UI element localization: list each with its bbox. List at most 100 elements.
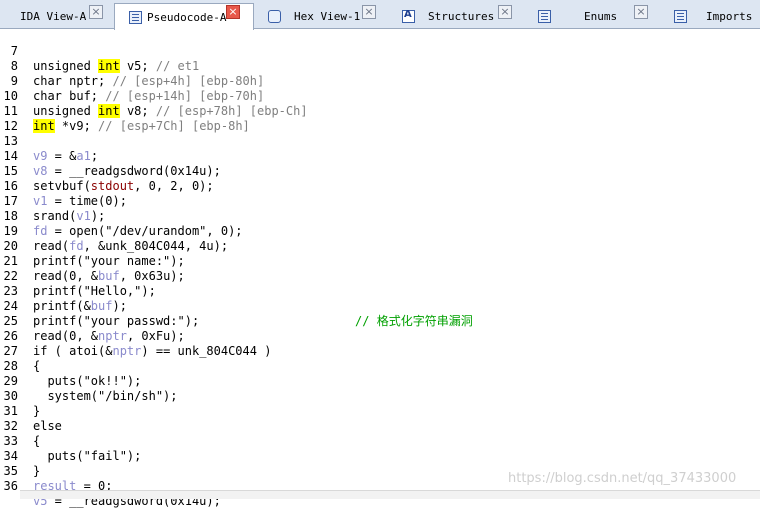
code-text: = time(0); [47, 194, 127, 208]
code-line[interactable]: 13 v9 = &a1; [0, 119, 99, 163]
code-line[interactable]: 22 printf("Hello,"); [0, 254, 156, 298]
user-comment: // 格式化字符串漏洞 [355, 314, 473, 328]
keyword-highlight: int [98, 104, 120, 118]
code-text: , &unk_804C044, 4u); [83, 239, 229, 253]
close-icon[interactable]: × [89, 5, 103, 19]
imports-icon [674, 9, 687, 23]
variable[interactable]: v1 [76, 209, 90, 223]
keyword-highlight: int [98, 59, 120, 73]
code-text: read(0, & [33, 329, 99, 343]
code-text: setvbuf( [33, 179, 91, 193]
code-line[interactable]: 11 int *v9; // [esp+7Ch] [ebp-8h] [0, 89, 250, 133]
code-text: printf("Hello,"); [33, 284, 156, 298]
close-icon[interactable]: × [362, 5, 376, 19]
code-line[interactable]: 19 read(fd, &unk_804C044, 4u); [0, 209, 229, 253]
variable[interactable]: fd [33, 224, 47, 238]
code-line[interactable]: 35 result = 0; [0, 449, 113, 493]
code-line[interactable]: 23 printf(&buf); // 格式化字符串漏洞 [0, 269, 760, 328]
code-text: if ( atoi(& [33, 344, 113, 358]
code-text: printf(& [33, 299, 91, 313]
code-text: = open("/dev/urandom", 0); [47, 224, 243, 238]
pseudocode-view[interactable]: 7 unsigned int v5; // et1 8 char nptr; /… [0, 29, 760, 508]
tab-bar: IDA View-A × Pseudocode-A × Hex View-1 ×… [0, 0, 760, 30]
code-line[interactable]: 26 if ( atoi(&nptr) == unk_804C044 ) [0, 314, 272, 358]
tab-label: Pseudocode-A [147, 10, 227, 24]
hex-view-icon [268, 9, 281, 23]
variable[interactable]: v8 [33, 164, 47, 178]
code-line[interactable]: 27 { [0, 329, 41, 373]
code-line[interactable]: 21 read(0, &buf, 0x63u); [0, 239, 185, 283]
code-line[interactable]: 28 puts("ok!!"); [0, 344, 142, 388]
tab-label: IDA View-A [20, 9, 87, 23]
code-text: , 0, 2, 0); [134, 179, 214, 193]
code-text: system("/bin/sh"); [33, 389, 178, 403]
code-text: = & [47, 149, 77, 163]
code-text: printf("your name:"); [33, 254, 185, 268]
code-comment: // et1 [155, 59, 200, 73]
code-comment: // [esp+4h] [ebp-80h] [112, 74, 265, 88]
code-line[interactable]: 31 else [0, 389, 62, 433]
code-text: { [33, 359, 41, 373]
code-text: , 0xFu); [126, 329, 185, 343]
code-line[interactable]: 18 fd = open("/dev/urandom", 0); [0, 194, 243, 238]
code-text: ); [112, 299, 127, 313]
code-line[interactable]: 32 { [0, 404, 41, 448]
code-text: printf("your passwd:"); [33, 314, 200, 328]
close-icon[interactable]: × [634, 5, 648, 19]
code-line[interactable]: 8 char nptr; // [esp+4h] [ebp-80h] [0, 44, 264, 88]
code-text: unsigned [33, 104, 99, 118]
code-text: = __readgsdword(0x14u); [47, 164, 221, 178]
variable[interactable]: v9 [33, 149, 47, 163]
variable[interactable]: nptr [112, 344, 141, 358]
variable[interactable]: v1 [33, 194, 47, 208]
code-line[interactable]: 9 char buf; // [esp+14h] [ebp-70h] [0, 59, 264, 103]
code-comment: // [esp+14h] [ebp-70h] [105, 89, 265, 103]
line-number: 36 [3, 479, 18, 493]
code-text: ); [90, 209, 106, 223]
tab-label: Hex View-1 [294, 9, 361, 23]
code-text: unsigned [33, 59, 99, 73]
watermark: https://blog.csdn.net/qq_37433000 [508, 471, 737, 486]
code-line[interactable]: 33 puts("fail"); [0, 419, 142, 463]
code-text: { [33, 434, 41, 448]
code-line[interactable]: 17 srand(v1); [0, 179, 106, 223]
variable[interactable]: nptr [98, 329, 127, 343]
code-text: v5; [119, 59, 156, 73]
enums-icon [538, 9, 551, 23]
code-line[interactable]: 36 v5 = __readgsdword(0x14u); [0, 464, 221, 508]
code-text: v8; [119, 104, 156, 118]
code-line[interactable]: 7 unsigned int v5; // et1 [0, 29, 199, 73]
code-line[interactable]: 30 } [0, 374, 41, 418]
code-line[interactable]: 20 printf("your name:"); [0, 224, 185, 268]
code-text: puts("ok!!"); [33, 374, 142, 388]
variable[interactable]: a1 [76, 149, 90, 163]
code-line[interactable]: 16 v1 = time(0); [0, 164, 127, 208]
structures-icon [402, 9, 415, 23]
code-text: } [33, 464, 41, 478]
variable[interactable]: fd [69, 239, 83, 253]
code-line[interactable]: 12 [0, 104, 29, 133]
code-line[interactable]: 25 read(0, &nptr, 0xFu); [0, 299, 185, 343]
keyword-highlight: int [33, 119, 55, 133]
tab-imports[interactable]: Imports [664, 3, 760, 29]
global-symbol[interactable]: stdout [91, 179, 134, 193]
code-text: read( [33, 239, 70, 253]
code-text: char nptr; [33, 74, 113, 88]
code-comment: // [esp+78h] [ebp-Ch] [155, 104, 308, 118]
close-icon[interactable]: × [498, 5, 512, 19]
close-icon[interactable]: × [226, 5, 240, 19]
pseudocode-icon [129, 10, 142, 24]
tab-label: Enums [584, 9, 618, 23]
code-line[interactable]: 29 system("/bin/sh"); [0, 359, 178, 403]
tab-label: Structures [428, 9, 495, 23]
code-line[interactable]: 15 setvbuf(stdout, 0, 2, 0); [0, 149, 214, 193]
code-line[interactable]: 34 } [0, 434, 41, 478]
code-comment: // [esp+7Ch] [ebp-8h] [98, 119, 250, 133]
code-text: puts("fail"); [33, 449, 142, 463]
code-text: srand( [33, 209, 77, 223]
code-line[interactable]: 10 unsigned int v8; // [esp+78h] [ebp-Ch… [0, 74, 308, 118]
code-line[interactable]: 24 printf("your passwd:"); [0, 284, 200, 328]
code-line[interactable]: 14 v8 = __readgsdword(0x14u); [0, 134, 221, 178]
variable[interactable]: buf [91, 299, 113, 313]
code-text: else [33, 419, 62, 433]
